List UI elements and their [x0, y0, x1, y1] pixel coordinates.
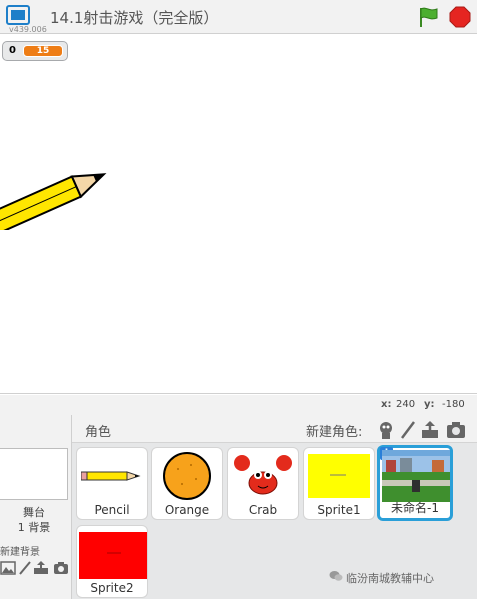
sprite1-thumbnail — [308, 454, 370, 498]
crab-thumbnail — [234, 455, 292, 495]
sprites-title: 角色 — [85, 425, 112, 440]
sprite-name: 未命名-1 — [391, 501, 439, 515]
sprite2-thumbnail — [79, 532, 147, 579]
stop-sign-icon[interactable] — [449, 6, 471, 28]
backdrop-tools — [0, 561, 72, 577]
backdrop-count: 1 背景 — [17, 521, 51, 534]
version-label: v439.006 — [9, 25, 47, 34]
camera-backdrop-icon[interactable] — [53, 561, 69, 575]
sprite-tile-sprite1[interactable]: Sprite1 — [303, 447, 375, 520]
y-label: y: — [424, 399, 435, 410]
sprite-name: Pencil — [94, 503, 130, 517]
watermark-text: 临汾南城教辅中心 — [346, 572, 434, 585]
variable-name: 0 — [9, 45, 16, 56]
paint-backdrop-icon[interactable] — [18, 561, 32, 575]
sprite-name: Orange — [164, 503, 210, 517]
variable-value: 15 — [23, 45, 63, 57]
stage-label: 舞台 — [23, 506, 45, 519]
sprite-tile-unnamed-1[interactable]: i 未命名-1 — [377, 445, 453, 521]
pencil-sprite[interactable] — [0, 160, 130, 230]
sprite-library-icon[interactable] — [376, 420, 396, 440]
fullscreen-icon[interactable] — [6, 5, 30, 25]
sprite-tile-sprite2[interactable]: Sprite2 — [76, 525, 148, 598]
sprite-name: Sprite2 — [90, 581, 134, 595]
project-title[interactable]: 14.1射击游戏（完全版） — [50, 7, 218, 28]
x-label: x: — [381, 399, 392, 410]
upload-sprite-icon[interactable] — [420, 420, 440, 440]
sprite-tile-orange[interactable]: Orange — [151, 447, 223, 520]
new-backdrop-label: 新建背景 — [0, 547, 40, 558]
sprite-name: Crab — [248, 503, 278, 517]
pencil-thumbnail — [81, 471, 141, 481]
stage-panel: 舞台 1 背景 新建背景 — [0, 415, 72, 599]
stage-thumbnail[interactable] — [0, 448, 68, 500]
variable-monitor[interactable]: 0 15 — [2, 41, 68, 61]
green-flag-icon[interactable] — [417, 6, 439, 28]
wechat-icon — [329, 571, 343, 581]
orange-thumbnail — [163, 452, 211, 500]
upload-backdrop-icon[interactable] — [33, 561, 49, 575]
y-value: -180 — [442, 399, 465, 410]
new-sprite-label: 新建角色: — [306, 425, 363, 440]
sprite-name: Sprite1 — [317, 503, 361, 517]
camera-sprite-icon[interactable] — [446, 420, 466, 440]
backdrop-library-icon[interactable] — [0, 561, 16, 575]
paint-sprite-icon[interactable] — [398, 420, 418, 440]
sprite-tile-pencil[interactable]: Pencil — [76, 447, 148, 520]
scene-thumbnail — [382, 450, 450, 502]
x-value: 240 — [396, 399, 416, 410]
sprite-tile-crab[interactable]: Crab — [227, 447, 299, 520]
